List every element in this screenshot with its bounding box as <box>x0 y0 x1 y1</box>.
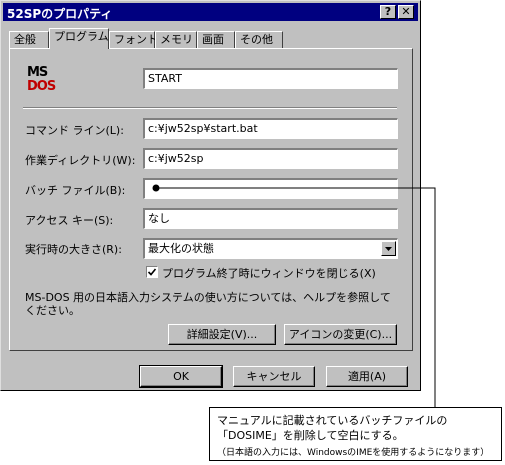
annotation-line-3: （日本語の入力には、WindowsのIMEを使用するようになります） <box>217 448 490 458</box>
annotation-line-2: 「DOSIME」を削除して空白にする。 <box>217 429 404 442</box>
annotation-line-1: マニュアルに記載されているバッチファイルの <box>217 414 448 427</box>
tab-program[interactable]: プログラム <box>49 28 109 49</box>
annotation-box: マニュアルに記載されているバッチファイルの 「DOSIME」を削除して空白にする… <box>209 407 502 461</box>
callout-leader <box>152 184 436 407</box>
